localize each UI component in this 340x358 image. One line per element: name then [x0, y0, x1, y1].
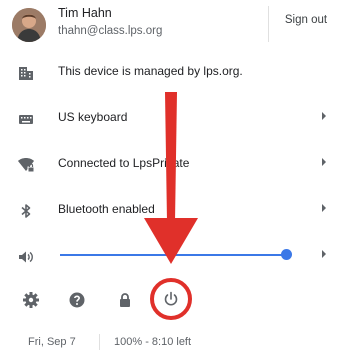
help-icon[interactable] [68, 291, 86, 309]
chevron-right-icon [322, 158, 326, 166]
bluetooth-label: Bluetooth enabled [58, 202, 155, 216]
header-divider [268, 6, 269, 42]
chevron-right-icon [322, 112, 326, 120]
system-tray-panel: Tim Hahn thahn@class.lps.org Sign out Th… [0, 0, 340, 358]
avatar[interactable] [12, 8, 46, 42]
building-icon [19, 67, 33, 80]
keyboard-row[interactable]: US keyboard [0, 98, 340, 138]
status-divider [99, 334, 100, 350]
chevron-right-icon [322, 204, 326, 212]
volume-slider-track[interactable] [60, 254, 286, 256]
gear-icon[interactable] [22, 291, 40, 309]
volume-slider-thumb[interactable] [281, 249, 292, 260]
date-label: Fri, Sep 7 [28, 336, 76, 348]
keyboard-icon [19, 115, 33, 124]
avatar-photo [12, 8, 46, 42]
wifi-lock-icon [18, 158, 35, 173]
bluetooth-icon [21, 204, 31, 218]
user-header: Tim Hahn thahn@class.lps.org Sign out [0, 0, 340, 48]
network-label: Connected to LpsPrivate [58, 156, 190, 170]
lock-icon[interactable] [116, 291, 134, 309]
power-icon[interactable] [162, 290, 180, 308]
sign-out-button[interactable]: Sign out [278, 14, 334, 32]
network-row[interactable]: Connected to LpsPrivate [0, 144, 340, 184]
bluetooth-row[interactable]: Bluetooth enabled [0, 190, 340, 230]
user-email: thahn@class.lps.org [58, 25, 163, 37]
keyboard-label: US keyboard [58, 110, 128, 124]
managed-device-row[interactable]: This device is managed by lps.org. [0, 52, 340, 92]
battery-status: 100% - 8:10 left [114, 336, 192, 348]
speaker-icon[interactable] [17, 248, 35, 266]
user-name: Tim Hahn [58, 6, 112, 20]
managed-device-label: This device is managed by lps.org. [58, 64, 243, 78]
chevron-right-icon[interactable] [322, 250, 326, 258]
